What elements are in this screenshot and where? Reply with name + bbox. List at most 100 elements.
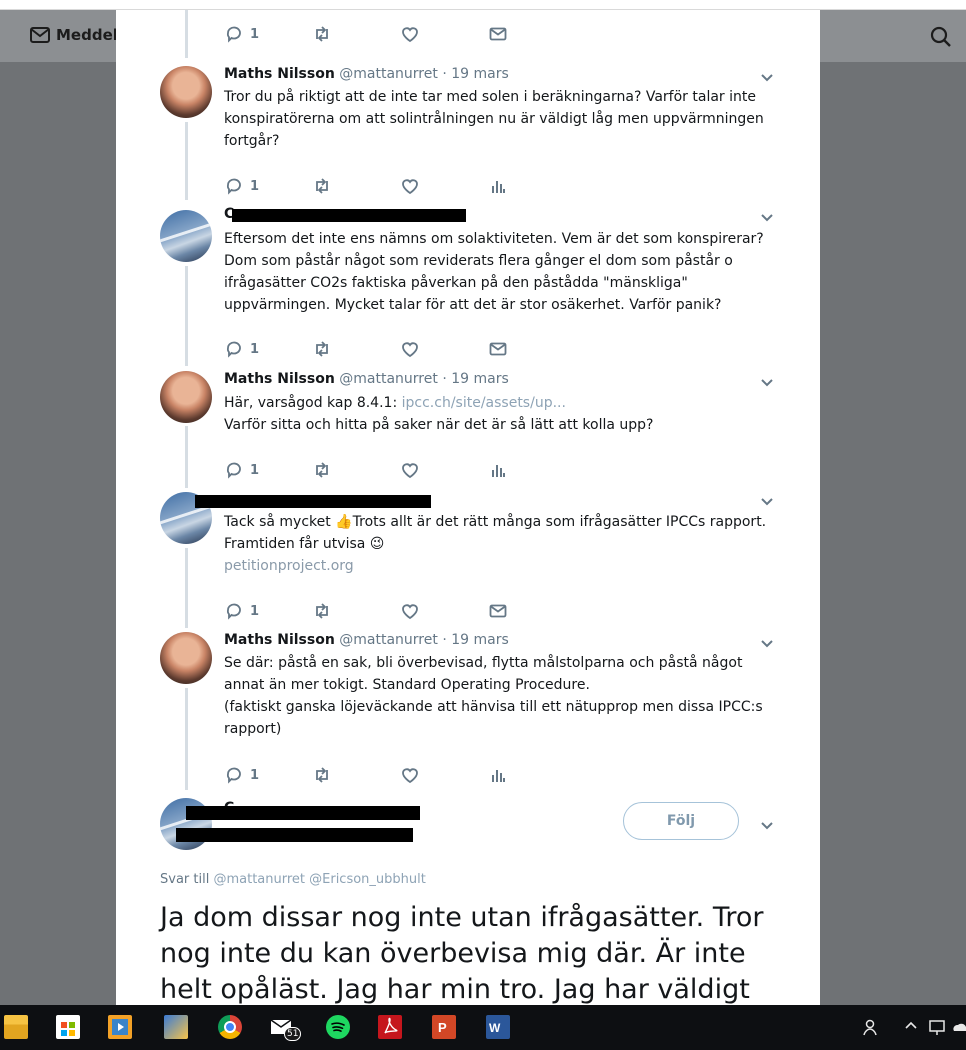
reply-button[interactable]: 1 xyxy=(224,459,259,481)
redaction-bar xyxy=(176,828,413,842)
people-icon[interactable] xyxy=(862,1017,882,1037)
retweet-icon xyxy=(316,178,328,194)
thread-line xyxy=(185,688,188,790)
author-name[interactable]: Maths Nilsson xyxy=(224,632,335,648)
reply-count: 1 xyxy=(250,603,260,619)
author-name[interactable]: Maths Nilsson xyxy=(224,66,335,82)
thread-line xyxy=(185,266,188,366)
reply-button[interactable]: 1 xyxy=(224,175,259,197)
mail-icon xyxy=(489,27,507,41)
retweet-button[interactable] xyxy=(312,600,332,622)
spotify-icon[interactable] xyxy=(326,1015,350,1039)
tweet-text: Tack så mycket 👍Trots allt är det rätt m… xyxy=(224,511,784,577)
chevron-down-icon[interactable] xyxy=(758,492,776,510)
nav-item-messages[interactable]: Meddela xyxy=(30,26,128,44)
chevron-down-icon[interactable] xyxy=(758,208,776,226)
reply-button[interactable]: 1 xyxy=(224,764,259,786)
retweet-button[interactable] xyxy=(312,338,332,360)
avatar[interactable] xyxy=(160,371,212,423)
like-button[interactable] xyxy=(400,175,420,197)
message-button[interactable] xyxy=(488,338,508,360)
analytics-button[interactable] xyxy=(488,764,508,786)
avatar[interactable] xyxy=(160,632,212,684)
retweet-button[interactable] xyxy=(312,459,332,481)
like-button[interactable] xyxy=(400,764,420,786)
powerpoint-icon[interactable]: P xyxy=(432,1015,456,1039)
mail-icon[interactable]: 51 xyxy=(270,1015,302,1041)
word-icon[interactable]: W xyxy=(486,1015,510,1039)
reply-button[interactable]: 1 xyxy=(224,338,259,360)
tweet-date[interactable]: 19 mars xyxy=(451,632,509,648)
avatar[interactable] xyxy=(160,66,212,118)
wink-emoji: 😉 xyxy=(369,536,385,552)
like-button[interactable] xyxy=(400,338,420,360)
retweet-button[interactable] xyxy=(312,764,332,786)
acrobat-icon[interactable] xyxy=(378,1015,402,1039)
chevron-up-icon[interactable] xyxy=(902,1017,920,1035)
heart-icon xyxy=(402,768,418,784)
reply-button[interactable]: 1 xyxy=(224,600,259,622)
chevron-down-icon[interactable] xyxy=(758,373,776,391)
tweet-link[interactable]: petitionproject.org xyxy=(224,555,784,577)
media-player-icon[interactable] xyxy=(108,1015,132,1039)
tweet-link[interactable]: ipcc.ch/site/assets/up... xyxy=(402,395,566,411)
analytics-icon xyxy=(492,465,505,477)
tweet-text-part: Varför sitta och hitta på saker när det … xyxy=(224,417,654,433)
tweet-actions: 1 xyxy=(224,764,544,786)
retweet-button[interactable] xyxy=(312,175,332,197)
chrome-icon[interactable] xyxy=(218,1015,242,1039)
redaction-bar xyxy=(232,209,466,222)
tweet-date[interactable]: 19 mars xyxy=(451,66,509,82)
retweet-icon xyxy=(316,26,328,42)
tweet-header: Maths Nilsson @mattanurret · 19 mars xyxy=(224,632,509,648)
search-icon[interactable] xyxy=(930,26,952,48)
store-icon[interactable] xyxy=(56,1015,80,1039)
message-button[interactable] xyxy=(488,600,508,622)
like-button[interactable] xyxy=(400,23,420,45)
tweet-header: Maths Nilsson @mattanurret · 19 mars xyxy=(224,66,509,82)
tweet-text-part: Tack så mycket xyxy=(224,514,331,530)
mail-badge: 51 xyxy=(284,1027,302,1041)
taskbar: 51 P W xyxy=(0,1005,966,1050)
reply-icon xyxy=(226,341,241,358)
browser-top-strip xyxy=(0,0,966,10)
retweet-button[interactable] xyxy=(312,23,332,45)
reply-count: 1 xyxy=(250,767,260,783)
network-icon[interactable] xyxy=(928,1017,948,1037)
reply-button[interactable]: 1 xyxy=(224,23,259,45)
reply-to-label: Svar till xyxy=(160,872,210,887)
reply-icon xyxy=(226,767,241,784)
thread-line xyxy=(185,548,188,628)
message-button[interactable] xyxy=(488,23,508,45)
author-name[interactable]: Maths Nilsson xyxy=(224,371,335,387)
photos-icon[interactable] xyxy=(164,1015,188,1039)
tweet-actions: 1 xyxy=(224,459,544,481)
analytics-button[interactable] xyxy=(488,175,508,197)
tweet-actions: 1 xyxy=(224,23,544,45)
cloud-icon[interactable] xyxy=(952,1017,966,1037)
file-explorer-icon[interactable] xyxy=(4,1015,28,1039)
reply-icon xyxy=(226,26,241,43)
reply-icon xyxy=(226,603,241,620)
author-handle[interactable]: @mattanurret xyxy=(339,371,438,387)
chevron-down-icon[interactable] xyxy=(758,634,776,652)
author-handle[interactable]: @mattanurret xyxy=(339,632,438,648)
author-handle[interactable]: @mattanurret xyxy=(339,66,438,82)
tweet-actions: 1 xyxy=(224,338,544,360)
avatar[interactable] xyxy=(160,210,212,262)
tweet-header: Maths Nilsson @mattanurret · 19 mars xyxy=(224,371,509,387)
analytics-button[interactable] xyxy=(488,459,508,481)
chevron-down-icon[interactable] xyxy=(758,68,776,86)
like-button[interactable] xyxy=(400,600,420,622)
heart-icon xyxy=(402,27,418,43)
tweet-date[interactable]: 19 mars xyxy=(451,371,509,387)
tweet-text-part: (faktiskt ganska löjeväckande att hänvis… xyxy=(224,699,763,737)
follow-button[interactable]: Följ xyxy=(623,802,739,840)
heart-icon xyxy=(402,604,418,620)
tweet-text-part: Se där: påstå en sak, bli överbevisad, f… xyxy=(224,655,743,693)
heart-icon xyxy=(402,342,418,358)
chevron-down-icon[interactable] xyxy=(758,816,776,834)
like-button[interactable] xyxy=(400,459,420,481)
reply-to-mentions[interactable]: @mattanurret @Ericson_ubbhult xyxy=(213,872,425,887)
analytics-icon xyxy=(492,770,505,782)
